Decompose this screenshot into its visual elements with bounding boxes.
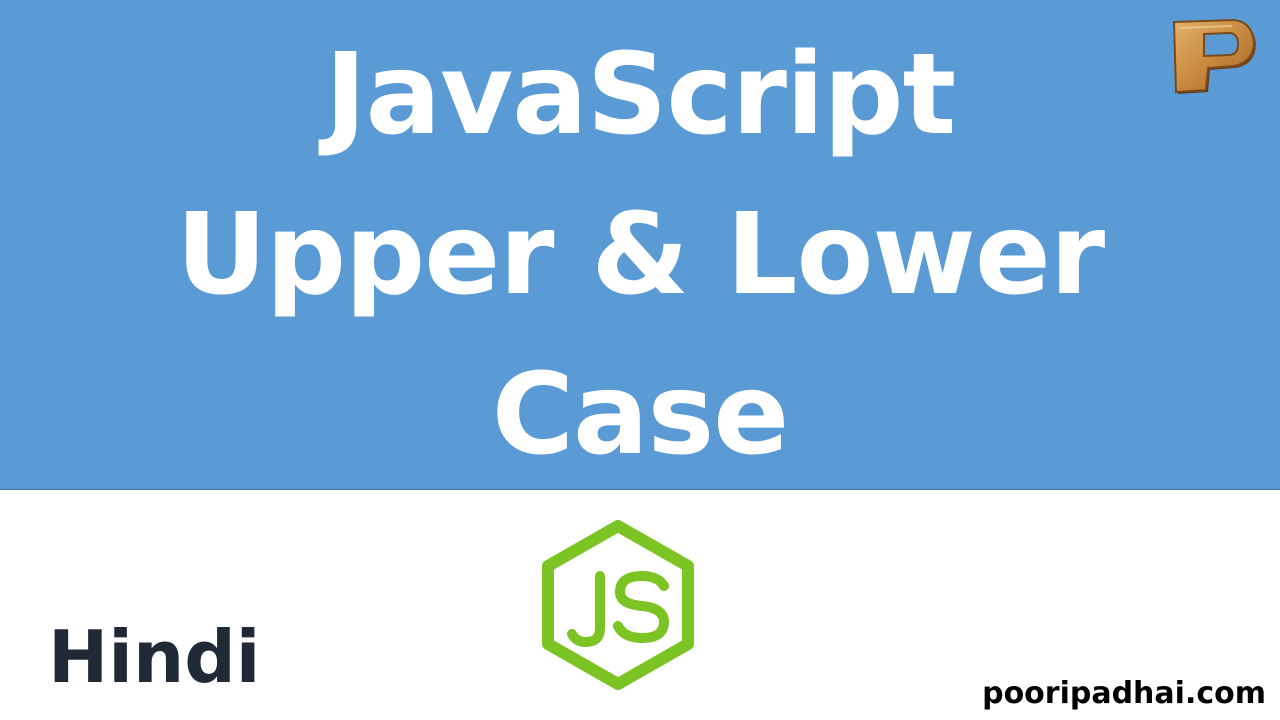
title-banner: JavaScript Upper & Lower Case xyxy=(0,0,1280,490)
title-line-2: Upper & Lower xyxy=(175,190,1105,320)
wooden-letter-p-logo-icon xyxy=(1172,18,1256,94)
language-label: Hindi xyxy=(48,615,261,699)
website-label: pooripadhai.com xyxy=(982,676,1266,711)
title-line-1: JavaScript xyxy=(324,30,956,160)
title-line-3: Case xyxy=(491,350,789,480)
nodejs-hexagon-js-logo-icon xyxy=(542,520,694,690)
